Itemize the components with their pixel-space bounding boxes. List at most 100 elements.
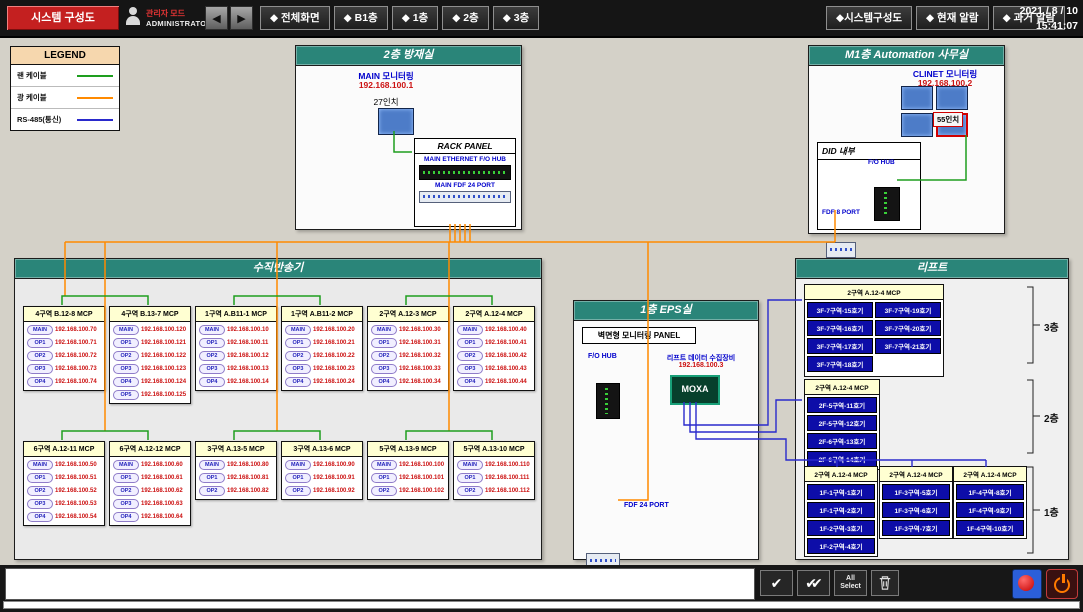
- lift-2f-units: 2F-5구역-11호기 2F-5구역-12호기 2F-6구역-13호기 2F-6구역-…: [805, 397, 879, 467]
- mcp-box[interactable]: 1구역 A.B11-1 MCP MAIN192.168.100.10OP1192…: [195, 306, 277, 391]
- mcp-port-row: OP2192.168.100.22: [282, 348, 362, 361]
- port-badge: OP4: [113, 512, 139, 522]
- port-badge: OP2: [199, 351, 225, 361]
- lift-unit[interactable]: 1F-3구역-6호기: [882, 502, 950, 518]
- port-badge: OP1: [27, 473, 53, 483]
- mcp-box[interactable]: 1구역 A.B11-2 MCP MAIN192.168.100.20OP1192…: [281, 306, 363, 391]
- lift-unit[interactable]: 3F-7구역-21호기: [875, 338, 941, 354]
- lift-unit[interactable]: 3F-7구역-20호기: [875, 320, 941, 336]
- mcp-title: 5구역 A.13-10 MCP: [454, 442, 534, 457]
- lift-unit[interactable]: 2F-5구역-11호기: [807, 397, 877, 413]
- mcp-port-row: MAIN192.168.100.50: [24, 457, 104, 470]
- port-badge: MAIN: [199, 460, 225, 470]
- lift-unit[interactable]: 3F-7구역-17호기: [807, 338, 873, 354]
- mcp-port-row: OP2192.168.100.52: [24, 483, 104, 496]
- lift-unit[interactable]: 3F-7구역-18호기: [807, 356, 873, 372]
- delete-button[interactable]: [871, 570, 899, 596]
- ack-button[interactable]: ✔: [760, 570, 793, 596]
- lift-mcp-2f-title: 2구역 A.12-4 MCP: [805, 380, 879, 395]
- nav-button-0[interactable]: ◆ 전체화면: [260, 6, 330, 30]
- lift-mcp-3f-title: 2구역 A.12-4 MCP: [805, 285, 943, 300]
- view-button-1[interactable]: ◆ 현재 알람: [916, 6, 989, 30]
- mcp-port-row: MAIN192.168.100.90: [282, 457, 362, 470]
- lift-unit[interactable]: 3F-7구역-15호기: [807, 302, 873, 318]
- panel-room-2f-title: 2층 방재실: [296, 46, 521, 66]
- lift-mcp-group-1f-a: 2구역 A.12-4 MCP 1F-1구역-1호기1F-1구역-2호기1F-2구…: [804, 466, 878, 557]
- lift-unit[interactable]: 3F-7구역-16호기: [807, 320, 873, 336]
- lift-mcp-1f-b-title: 2구역 A.12-4 MCP: [880, 467, 952, 482]
- lift-unit[interactable]: 1F-4구역-10호기: [956, 520, 1024, 536]
- mcp-title: 5구역 A.13-9 MCP: [368, 442, 448, 457]
- mcp-port-row: OP1192.168.100.111: [454, 470, 534, 483]
- power-button[interactable]: [1046, 569, 1078, 599]
- mcp-box[interactable]: 5구역 A.13-10 MCP MAIN192.168.100.110OP119…: [453, 441, 535, 500]
- nav-button-2[interactable]: ◆ 1층: [392, 6, 439, 30]
- port-ip: 192.168.100.64: [141, 514, 183, 520]
- lift-1f-a-units: 1F-1구역-1호기 1F-1구역-2호기 1F-2구역-3호기 1F-2구역-4호기: [805, 484, 877, 554]
- mcp-box[interactable]: 2구역 A.12-3 MCP MAIN192.168.100.30OP1192.…: [367, 306, 449, 391]
- mcp-box[interactable]: 3구역 A.13-5 MCP MAIN192.168.100.80OP1192.…: [195, 441, 277, 500]
- ethernet-hub-label: MAIN ETHERNET F/O HUB: [415, 156, 515, 163]
- nav-button-1[interactable]: ◆ B1층: [334, 6, 388, 30]
- mcp-port-row: MAIN192.168.100.70: [24, 322, 104, 335]
- mcp-port-row: OP2192.168.100.82: [196, 483, 276, 496]
- lift-unit[interactable]: 1F-1구역-1호기: [807, 484, 875, 500]
- lift-unit[interactable]: 3F-7구역-19호기: [875, 302, 941, 318]
- prev-page-button[interactable]: ◀: [205, 6, 228, 30]
- mcp-box[interactable]: 4구역 B.12-8 MCP MAIN192.168.100.70OP1192.…: [23, 306, 105, 391]
- port-ip: 192.168.100.71: [55, 340, 97, 346]
- port-ip: 192.168.100.112: [485, 488, 530, 494]
- system-diagram-title-button[interactable]: 시스템 구성도: [7, 6, 119, 30]
- lift-unit[interactable]: 1F-1구역-2호기: [807, 502, 875, 518]
- port-badge: OP4: [27, 377, 53, 387]
- lift-unit[interactable]: 2F-6구역-13호기: [807, 433, 877, 449]
- mcp-box[interactable]: 3구역 A.13-6 MCP MAIN192.168.100.90OP1192.…: [281, 441, 363, 500]
- lift-collector-ip: 192.168.100.3: [648, 362, 754, 369]
- legend-title: LEGEND: [11, 47, 119, 65]
- lift-unit[interactable]: 1F-3구역-7호기: [882, 520, 950, 536]
- mcp-box[interactable]: 4구역 B.13-7 MCP MAIN192.168.100.120OP1192…: [109, 306, 191, 404]
- mcp-port-row: OP1192.168.100.31: [368, 335, 448, 348]
- lift-unit[interactable]: 1F-2구역-4호기: [807, 538, 875, 554]
- lift-unit[interactable]: 1F-4구역-8호기: [956, 484, 1024, 500]
- port-ip: 192.168.100.81: [227, 475, 269, 481]
- port-ip: 192.168.100.14: [227, 379, 269, 385]
- port-ip: 192.168.100.44: [485, 379, 527, 385]
- alarm-list-area: [5, 568, 755, 600]
- lift-unit[interactable]: 1F-2구역-3호기: [807, 520, 875, 536]
- rack-panel: RACK PANEL MAIN ETHERNET F/O HUB MAIN FD…: [414, 138, 516, 227]
- nav-button-3[interactable]: ◆ 2층: [442, 6, 489, 30]
- mcp-port-row: OP1192.168.100.121: [110, 335, 190, 348]
- user-icon: [125, 7, 141, 29]
- all-select-button[interactable]: All Select: [834, 570, 867, 596]
- lift-unit[interactable]: 1F-3구역-5호기: [882, 484, 950, 500]
- floor-label-3f: 3층: [1044, 319, 1059, 334]
- port-badge: OP2: [371, 351, 397, 361]
- view-button-0[interactable]: ◆시스템구성도: [826, 6, 912, 30]
- port-badge: OP4: [27, 512, 53, 522]
- mcp-box[interactable]: 5구역 A.13-9 MCP MAIN192.168.100.100OP1192…: [367, 441, 449, 500]
- nav-button-4[interactable]: ◆ 3층: [493, 6, 540, 30]
- lift-unit[interactable]: 1F-4구역-9호기: [956, 502, 1024, 518]
- port-ip: 192.168.100.32: [399, 353, 441, 359]
- mcp-port-row: OP1192.168.100.11: [196, 335, 276, 348]
- port-ip: 192.168.100.111: [485, 475, 529, 481]
- ack-all-button[interactable]: ✔✔: [797, 570, 830, 596]
- port-badge: MAIN: [199, 325, 225, 335]
- port-ip: 192.168.100.41: [485, 340, 527, 346]
- mcp-box[interactable]: 6구역 A.12-12 MCP MAIN192.168.100.60OP1192…: [109, 441, 191, 526]
- port-ip: 192.168.100.61: [141, 475, 183, 481]
- datetime: 2021 / 8 / 10 15:41:07: [1012, 4, 1078, 33]
- lift-unit[interactable]: 2F-5구역-12호기: [807, 415, 877, 431]
- mcp-port-row: OP3192.168.100.53: [24, 496, 104, 509]
- mcp-box[interactable]: 2구역 A.12-4 MCP MAIN192.168.100.40OP1192.…: [453, 306, 535, 391]
- mcp-port-row: OP1192.168.100.21: [282, 335, 362, 348]
- mcp-title: 3구역 A.13-6 MCP: [282, 442, 362, 457]
- lift-unit[interactable]: 2F-6구역-14호기: [807, 451, 877, 467]
- wall-monitoring-panel-label: 벽면형 모니터링 PANEL: [582, 327, 696, 344]
- next-page-button[interactable]: ▶: [230, 6, 253, 30]
- mcp-box[interactable]: 6구역 A.12-11 MCP MAIN192.168.100.50OP1192…: [23, 441, 105, 526]
- emergency-stop-button[interactable]: [1012, 569, 1042, 599]
- port-ip: 192.168.100.82: [227, 488, 269, 494]
- main-fdf-label: MAIN FDF 24 PORT: [415, 182, 515, 189]
